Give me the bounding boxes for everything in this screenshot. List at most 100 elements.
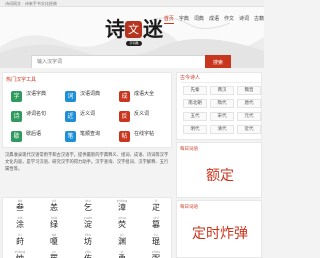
daily-word-title: 每日词语 <box>180 147 198 152</box>
character-label: 坊 <box>84 237 92 246</box>
character-cell[interactable]: bā 叁 <box>3 199 37 216</box>
character-label: 叁 <box>16 203 24 212</box>
dynasty-button[interactable]: 明代 <box>183 125 207 134</box>
character-cell[interactable]: zhōu弼 <box>139 250 173 258</box>
character-cell[interactable]: xiá 涂 <box>3 216 37 233</box>
character-cell[interactable]: jù 渊 <box>105 233 139 250</box>
tool-item[interactable]: 反 反义词 <box>119 111 174 126</box>
tool-item[interactable]: 近 近义词 <box>65 111 120 126</box>
site-intro: 汉典收录现代汉语常用字和古汉语字，提供最新的字典释义、组词、成语、诗词等汉字文化… <box>5 153 169 172</box>
idiom-icon: 成 <box>119 91 130 102</box>
nav-guji[interactable]: 古籍 <box>254 16 264 24</box>
character-cell[interactable]: pì罷 <box>37 250 71 258</box>
character-cell[interactable]: yì恿 <box>105 250 139 258</box>
dynasty-button[interactable]: 两汉 <box>210 86 234 95</box>
tool-item[interactable]: 笔 笔顺查询 <box>65 131 120 146</box>
nav-zuowen[interactable]: 作文 <box>224 16 234 24</box>
tool-item[interactable]: 词 汉语词典 <box>65 91 120 106</box>
character-grid: bā 叁 yǔ 恙 kuí 乞 zhāng 漳 lì 疋 xiá 涂 huò 绿 yuán 淀 yíng 荧 chí… <box>2 197 172 258</box>
top-bar: 诗词网文 · 诗来手书文化经典 <box>0 0 264 7</box>
character-label: 漳 <box>118 203 126 212</box>
character-label: 弼 <box>139 254 173 258</box>
character-cell[interactable]: lì 疋 <box>139 199 173 216</box>
character-label: 嗄 <box>50 237 58 246</box>
search-input[interactable] <box>31 55 205 68</box>
dynasty-button[interactable]: 五代 <box>183 112 207 121</box>
character-cell[interactable]: yuán 淀 <box>71 216 105 233</box>
character-label: 淀 <box>84 220 92 229</box>
tool-label: 近义词 <box>80 111 96 117</box>
daily-word-title-2: 每日词语 <box>180 205 198 210</box>
dynasty-button[interactable]: 近代 <box>237 125 261 134</box>
search-button[interactable]: 搜索 <box>205 55 231 68</box>
character-cell[interactable]: zhōng忡 <box>3 250 37 258</box>
character-cell[interactable]: yǔ 恙 <box>37 199 71 216</box>
hero-banner: 诗 文 迷 字词典 首页 字典 词典 成语 作文 诗词 古籍 搜索 <box>0 7 264 68</box>
dynasty-button[interactable]: 先秦 <box>183 86 207 95</box>
dynasty-button[interactable]: 唐代 <box>237 99 261 108</box>
character-label: 侑 <box>71 254 105 258</box>
character-cell[interactable]: lù 琨 <box>139 233 173 250</box>
character-label: 罷 <box>37 254 71 258</box>
antonym-icon: 反 <box>119 111 130 122</box>
nav-chengyu[interactable]: 成语 <box>209 16 219 24</box>
tools-title: 热门汉字工具 <box>6 77 37 83</box>
site-logo[interactable]: 诗 文 迷 字词典 <box>105 18 165 46</box>
daily-word[interactable]: 额定 <box>177 165 263 185</box>
character-label: 恿 <box>105 254 139 258</box>
character-cell[interactable]: kuí 乞 <box>71 199 105 216</box>
character-cell[interactable]: bó 嗄 <box>37 233 71 250</box>
tool-item[interactable]: 成 成语大全 <box>119 91 174 106</box>
character-cell[interactable]: fán 坊 <box>71 233 105 250</box>
search-bar: 搜索 <box>31 55 231 68</box>
character-label: 荧 <box>118 220 126 229</box>
dynasty-button[interactable]: 宋代 <box>210 112 234 121</box>
dynasty-button[interactable]: 南北朝 <box>183 99 207 108</box>
divider <box>180 82 260 83</box>
nav-cidian[interactable]: 词典 <box>194 16 204 24</box>
logo-subtitle: 字词典 <box>126 41 142 46</box>
dynasty-panel: 古今诗人 先秦 两汉 魏晋南北朝 隋代 唐代五代 宋代 元代明代 清代 近代 <box>176 72 262 140</box>
top-bar-text: 诗词网文 · 诗来手书文化经典 <box>5 1 57 6</box>
character-cell[interactable]: huò 绿 <box>37 216 71 233</box>
xiehouyu-icon: 歇 <box>11 131 22 142</box>
character-cell[interactable]: lú 莳 <box>3 233 37 250</box>
character-cell[interactable]: chí 篡 <box>139 216 173 233</box>
main-nav: 首页 字典 词典 成语 作文 诗词 古籍 <box>159 16 264 24</box>
dynasty-button[interactable]: 清代 <box>210 125 234 134</box>
character-label: 忡 <box>3 254 37 258</box>
tool-item[interactable]: 诗 诗词名句 <box>11 111 66 126</box>
tool-label: 汉语词典 <box>80 91 101 97</box>
character-label: 莳 <box>16 237 24 246</box>
tool-item[interactable]: 歇 歇后语 <box>11 131 66 146</box>
character-label: 篡 <box>152 220 160 229</box>
dynasty-button[interactable]: 隋代 <box>210 99 234 108</box>
character-label: 渊 <box>118 237 126 246</box>
tool-label: 在线字帖 <box>134 131 155 137</box>
character-cell[interactable]: zhāng 漳 <box>105 199 139 216</box>
dynasty-title: 古今诗人 <box>180 75 201 81</box>
character-label: 涂 <box>16 220 24 229</box>
daily-word-card-2: 每日词语 定时炸弹 <box>176 200 262 258</box>
character-cell[interactable]: yíng 荧 <box>105 216 139 233</box>
character-label: 乞 <box>84 203 92 212</box>
poem-icon: 诗 <box>11 111 22 122</box>
stroke-order-icon: 笔 <box>65 131 76 142</box>
tool-label: 反义词 <box>134 111 150 117</box>
synonym-icon: 近 <box>65 111 76 122</box>
dynasty-button[interactable]: 元代 <box>237 112 261 121</box>
character-label: 疋 <box>152 203 160 212</box>
tool-item[interactable]: 帖 在线字帖 <box>119 131 174 146</box>
tool-label: 成语大全 <box>134 91 155 97</box>
dynasty-button[interactable]: 魏晋 <box>237 86 261 95</box>
character-cell[interactable]: yǒu侑 <box>71 250 105 258</box>
nav-zidian[interactable]: 字典 <box>179 16 189 24</box>
tool-item[interactable]: 字 汉语字典 <box>11 91 66 106</box>
nav-shici[interactable]: 诗词 <box>239 16 249 24</box>
daily-word-2[interactable]: 定时炸弹 <box>177 223 263 243</box>
tool-label: 汉语字典 <box>26 91 47 97</box>
nav-home[interactable]: 首页 <box>163 16 174 24</box>
tool-label: 诗词名句 <box>26 111 47 117</box>
character-label: 恙 <box>50 203 58 212</box>
logo-seal: 文 <box>125 21 142 38</box>
